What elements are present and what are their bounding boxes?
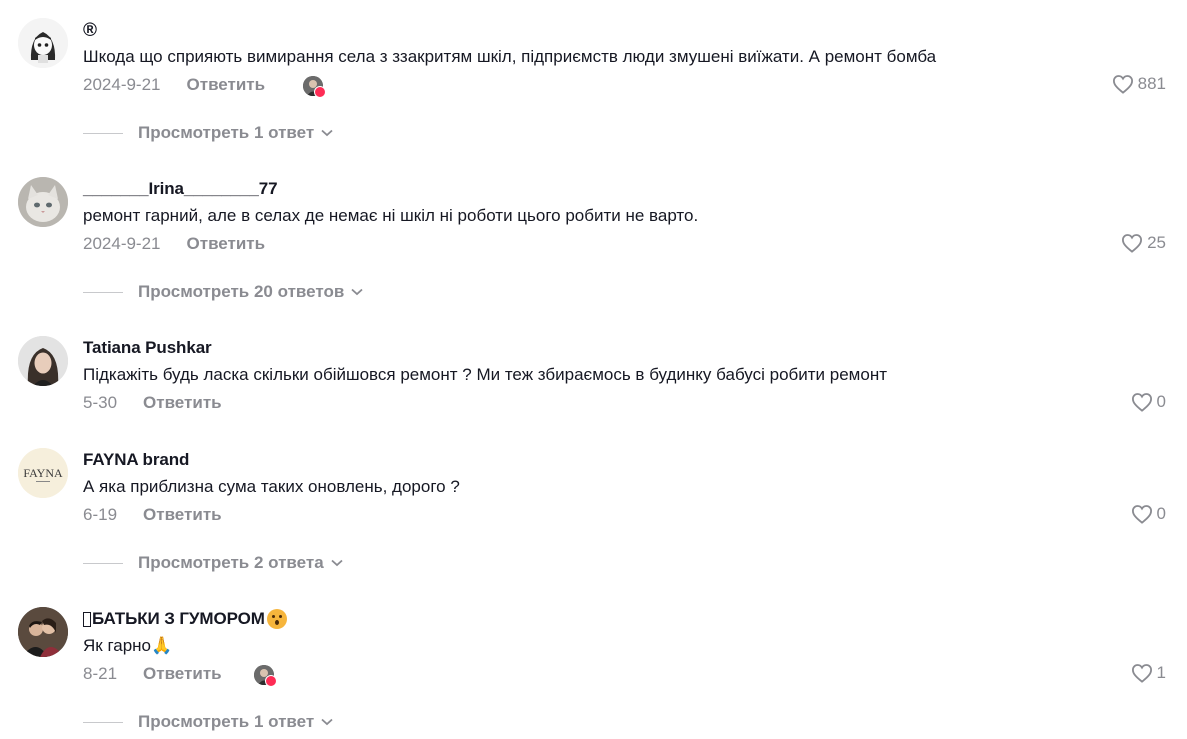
hushed-face-emoji-icon <box>266 609 287 629</box>
missing-glyph-icon <box>83 611 91 627</box>
comment-username[interactable]: _______Irina________77 <box>83 179 278 199</box>
comment-text: Як гарно🙏 <box>83 636 173 655</box>
woman-portrait-avatar-icon <box>18 336 68 386</box>
like-button[interactable]: 0 <box>1131 504 1166 524</box>
comment-text: Підкажіть будь ласка скільки обійшовся р… <box>83 365 887 384</box>
comment-text: ремонт гарний, але в селах де немає ні ш… <box>83 206 699 225</box>
comment-date: 2024-9-21 <box>83 75 161 94</box>
heart-badge-icon <box>314 86 326 98</box>
reply-button[interactable]: Ответить <box>143 505 222 525</box>
username-label: БАТЬКИ З ГУМОРОМ <box>92 609 265 628</box>
comment-date: 2024-9-21 <box>83 234 161 253</box>
view-replies-label: Просмотреть 2 ответа <box>138 553 324 572</box>
chevron-down-icon <box>351 288 363 296</box>
anime-girl-avatar-icon <box>18 18 68 68</box>
view-replies-button[interactable]: Просмотреть 1 ответ <box>83 712 333 732</box>
chevron-down-icon <box>321 718 333 726</box>
comment-username[interactable]: Tatiana Pushkar <box>83 338 212 358</box>
like-count: 881 <box>1137 74 1166 93</box>
comment-date: 5-30 <box>83 393 118 412</box>
heart-badge-icon <box>265 675 277 687</box>
user-avatar[interactable] <box>18 177 68 227</box>
comment-meta: 5-30 Ответить <box>83 393 222 413</box>
couple-avatar-icon <box>18 607 68 657</box>
comment-item: _______Irina________77 ремонт гарний, ал… <box>0 159 1187 309</box>
view-replies-button[interactable]: Просмотреть 1 ответ <box>83 123 333 143</box>
view-replies-button[interactable]: Просмотреть 20 ответов <box>83 282 363 302</box>
comment-item: БАТЬКИ З ГУМОРОМ Як гарно🙏 8-21 Ответить … <box>0 589 1187 739</box>
reply-button[interactable]: Ответить <box>143 664 222 684</box>
comment-meta: 8-21 Ответить <box>83 664 222 684</box>
comment-item: FAYNA FAYNA brand А яка приблизна сума т… <box>0 430 1187 580</box>
chevron-down-icon <box>331 559 343 567</box>
comment-text: Шкода що сприяють вимирання села з ззакр… <box>83 47 937 66</box>
divider-line <box>83 721 123 723</box>
fayna-logo-text: FAYNA <box>23 466 63 480</box>
user-avatar[interactable] <box>18 336 68 386</box>
user-avatar[interactable]: FAYNA <box>18 448 68 498</box>
like-count: 1 <box>1156 663 1166 682</box>
chevron-down-icon <box>321 129 333 137</box>
comment-meta: 6-19 Ответить <box>83 505 222 525</box>
like-count: 0 <box>1156 504 1166 523</box>
comment-item: ® Шкода що сприяють вимирання села з зза… <box>0 0 1187 150</box>
view-replies-label: Просмотреть 20 ответов <box>138 282 345 301</box>
reply-button[interactable]: Ответить <box>143 393 222 413</box>
comment-username[interactable]: ® <box>83 20 97 42</box>
divider-line <box>83 291 123 293</box>
divider-line <box>83 562 123 564</box>
divider-line <box>83 132 123 134</box>
view-replies-button[interactable]: Просмотреть 2 ответа <box>83 553 343 573</box>
like-button[interactable]: 0 <box>1131 392 1166 412</box>
heart-icon <box>1131 664 1152 683</box>
like-button[interactable]: 1 <box>1131 663 1166 683</box>
like-count: 0 <box>1156 392 1166 411</box>
view-replies-label: Просмотреть 1 ответ <box>138 712 315 731</box>
user-avatar[interactable] <box>18 18 68 68</box>
like-count: 25 <box>1147 233 1166 252</box>
cat-avatar-icon <box>18 177 68 227</box>
view-replies-label: Просмотреть 1 ответ <box>138 123 315 142</box>
comment-meta: 2024-9-21 Ответить <box>83 75 265 95</box>
comment-date: 8-21 <box>83 664 118 683</box>
like-button[interactable]: 25 <box>1121 233 1166 253</box>
comment-text: А яка приблизна сума таких оновлень, дор… <box>83 477 460 496</box>
user-avatar[interactable] <box>18 607 68 657</box>
fayna-logo-avatar-icon: FAYNA <box>18 448 68 498</box>
comment-username[interactable]: FAYNA brand <box>83 450 189 470</box>
heart-icon <box>1122 234 1143 253</box>
comment-date: 6-19 <box>83 505 118 524</box>
comment-item: Tatiana Pushkar Підкажіть будь ласка скі… <box>0 318 1187 418</box>
heart-icon <box>1131 505 1152 524</box>
heart-icon <box>1112 75 1133 94</box>
heart-icon <box>1131 393 1152 412</box>
comment-username[interactable]: БАТЬКИ З ГУМОРОМ <box>83 609 287 629</box>
reply-button[interactable]: Ответить <box>187 234 266 254</box>
like-button[interactable]: 881 <box>1112 74 1166 94</box>
reply-button[interactable]: Ответить <box>187 75 266 95</box>
comment-meta: 2024-9-21 Ответить <box>83 234 265 254</box>
